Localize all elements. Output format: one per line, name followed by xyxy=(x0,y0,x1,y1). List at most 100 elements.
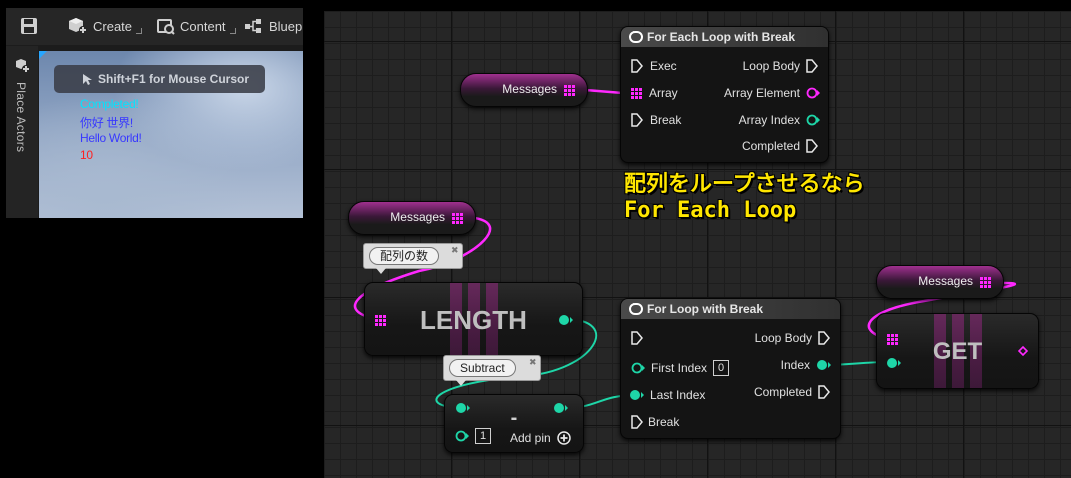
log-line-completed: Completed! xyxy=(80,97,139,111)
int-output-pin-icon[interactable] xyxy=(558,314,574,326)
element-output-pin-icon[interactable] xyxy=(1018,346,1028,356)
place-actors-tab[interactable]: Place Actors xyxy=(6,46,38,218)
for-loop-break-pin[interactable]: Break xyxy=(631,415,679,429)
cursor-hint-text: Shift+F1 for Mouse Cursor xyxy=(98,72,250,86)
add-pin-button[interactable]: Add pin xyxy=(510,431,571,445)
loop-body-output-pin[interactable]: Loop Body xyxy=(743,59,818,73)
for-loop-title: For Loop with Break xyxy=(647,302,764,316)
last-index-pin[interactable]: Last Index xyxy=(629,388,705,402)
subtract-node[interactable]: - 1 Add pin xyxy=(444,394,584,453)
create-label: Create xyxy=(93,18,133,34)
place-actors-icon xyxy=(16,59,30,73)
last-index-label: Last Index xyxy=(650,388,706,402)
array-input-pin[interactable]: Array xyxy=(631,86,678,100)
loop-icon xyxy=(629,31,643,43)
content-button[interactable]: Content xyxy=(157,16,236,36)
array-index-label: Array Index xyxy=(738,113,800,127)
exec-pin-icon xyxy=(631,331,643,345)
array-pin-icon[interactable] xyxy=(564,85,575,96)
for-loop-node[interactable]: For Loop with Break First Index 0 Last I… xyxy=(620,298,841,439)
exec-label: Exec xyxy=(650,59,677,73)
level-viewport[interactable]: Shift+F1 for Mouse Cursor Completed! 你好 … xyxy=(39,51,303,218)
array-index-output-pin[interactable]: Array Index xyxy=(739,113,820,127)
messages-label: Messages xyxy=(390,210,445,224)
length-comment-text: 配列の数 xyxy=(369,247,440,265)
pin-comment-icon[interactable]: ✖ xyxy=(529,358,537,367)
int-pin-icon xyxy=(455,430,469,442)
for-each-loop-header[interactable]: For Each Loop with Break xyxy=(621,27,828,47)
array-label: Array xyxy=(649,86,678,100)
content-label: Content xyxy=(180,18,226,34)
first-index-pin[interactable]: First Index 0 xyxy=(631,360,730,376)
array-pin-icon xyxy=(631,87,642,99)
exec-input-pin[interactable]: Exec xyxy=(631,59,677,73)
int-input-pin-icon[interactable] xyxy=(455,402,471,414)
exec-pin-icon xyxy=(631,415,643,429)
break-label: Break xyxy=(650,113,682,127)
subtract-b-value[interactable]: 1 xyxy=(475,428,491,444)
editor-toolbar: Create Content Bluep xyxy=(6,8,303,45)
int-pin-filled-icon xyxy=(817,360,831,370)
mouse-pointer-icon xyxy=(83,74,92,85)
for-loop-body-label: Loop Body xyxy=(754,331,812,345)
int-input-pin-icon[interactable] xyxy=(886,357,902,369)
int-pin-icon xyxy=(631,362,645,374)
array-pin-icon[interactable] xyxy=(452,213,463,224)
blueprint-graph[interactable]: Messages For Each Loop with Break Exec A… xyxy=(324,11,1071,478)
add-pin-label: Add pin xyxy=(510,431,551,445)
completed-output-pin[interactable]: Completed xyxy=(742,139,818,153)
for-loop-index-label: Index xyxy=(780,358,810,372)
add-circle-icon xyxy=(556,431,571,445)
length-node[interactable]: LENGTH xyxy=(364,282,583,356)
for-loop-header[interactable]: For Loop with Break xyxy=(621,299,840,319)
int-output-pin-icon[interactable] xyxy=(553,402,569,414)
create-button[interactable]: Create xyxy=(68,16,143,36)
exec-pin-icon xyxy=(631,113,643,127)
length-comment-bubble[interactable]: 配列の数 ✖ xyxy=(363,243,463,274)
get-node[interactable]: GET xyxy=(876,313,1039,389)
blueprint-icon xyxy=(245,19,261,33)
for-loop-completed-pin[interactable]: Completed xyxy=(754,385,830,399)
for-loop-body-pin[interactable]: Loop Body xyxy=(755,331,830,345)
subtract-b-pin[interactable]: 1 xyxy=(455,428,491,444)
annotation-line-1: 配列をループさせるなら xyxy=(624,172,865,197)
messages-getter-node-3[interactable]: Messages xyxy=(876,265,1004,299)
array-element-output-pin[interactable]: Array Element xyxy=(724,86,820,100)
for-loop-exec-input-pin[interactable] xyxy=(631,331,643,345)
first-index-label: First Index xyxy=(651,361,708,375)
for-loop-index-pin[interactable]: Index xyxy=(781,358,832,372)
annotation-line-2: For Each Loop xyxy=(624,198,797,223)
pin-comment-icon[interactable]: ✖ xyxy=(451,246,459,255)
subtract-comment-bubble[interactable]: Subtract ✖ xyxy=(443,355,541,386)
messages-getter-node-2[interactable]: Messages xyxy=(348,201,476,235)
exec-pin-icon xyxy=(631,59,643,73)
array-pin-icon[interactable] xyxy=(887,334,898,345)
place-actors-label: Place Actors xyxy=(14,82,28,153)
messages-label: Messages xyxy=(918,274,973,288)
array-pin-icon[interactable] xyxy=(375,315,386,326)
object-pin-icon xyxy=(806,87,820,99)
loop-body-label: Loop Body xyxy=(742,59,800,73)
first-index-value[interactable]: 0 xyxy=(713,360,730,376)
save-button[interactable] xyxy=(20,16,43,36)
mouse-cursor-hint: Shift+F1 for Mouse Cursor xyxy=(54,65,265,93)
array-pin-icon[interactable] xyxy=(980,277,991,288)
array-element-label: Array Element xyxy=(723,86,800,100)
int-pin-filled-icon xyxy=(630,390,644,400)
for-each-loop-node[interactable]: For Each Loop with Break Exec Array Brea… xyxy=(620,26,829,163)
exec-pin-icon xyxy=(806,139,818,153)
exec-pin-icon xyxy=(806,59,818,73)
messages-getter-node[interactable]: Messages xyxy=(460,73,588,107)
log-line-count: 10 xyxy=(80,148,93,162)
save-icon xyxy=(21,18,37,34)
blueprint-button[interactable]: Bluep xyxy=(244,16,302,36)
log-line-nihao: 你好 世界! xyxy=(80,116,133,130)
break-input-pin[interactable]: Break xyxy=(631,113,681,127)
for-loop-break-label: Break xyxy=(648,415,680,429)
annotation-text: 配列をループさせるなら For Each Loop xyxy=(624,172,865,224)
content-browser-icon xyxy=(157,19,175,35)
for-each-loop-title: For Each Loop with Break xyxy=(647,30,796,44)
subtract-comment-text: Subtract xyxy=(449,359,516,377)
blueprint-label: Bluep xyxy=(269,18,303,34)
viewport-corner-marker xyxy=(39,51,47,59)
